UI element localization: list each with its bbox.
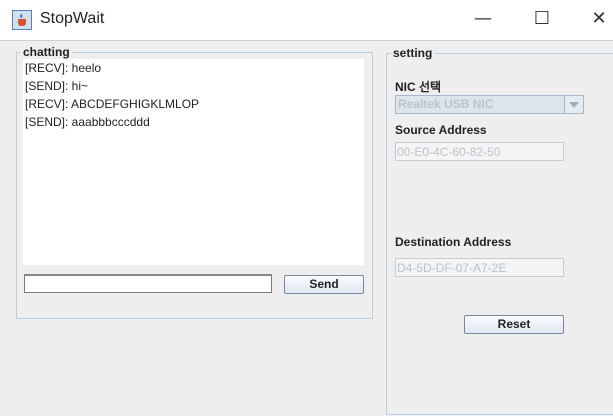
- chat-message: [RECV]: ABCDEFGHIGKLMLOP: [25, 97, 200, 111]
- close-button[interactable]: ✕: [582, 4, 613, 34]
- chat-message: [RECV]: heelo: [25, 61, 102, 75]
- chat-message: [SEND]: hi~: [25, 79, 89, 93]
- title-bar: StopWait — ☐ ✕: [0, 0, 613, 41]
- destination-address-label: Destination Address: [395, 235, 512, 249]
- minimize-button[interactable]: —: [466, 4, 500, 34]
- chat-message: [SEND]: aaabbbcccddd: [25, 115, 150, 129]
- maximize-button[interactable]: ☐: [525, 4, 559, 34]
- java-cup-icon: [12, 10, 32, 30]
- source-address-label: Source Address: [395, 123, 487, 137]
- setting-legend: setting: [391, 46, 435, 60]
- reset-button[interactable]: Reset: [464, 315, 564, 334]
- source-address-field[interactable]: 00-E0-4C-60-82-50: [395, 142, 564, 161]
- setting-panel: setting NIC 선택 Realtek USB NIC Source Ad…: [386, 46, 613, 415]
- chatting-legend: chatting: [21, 45, 72, 59]
- nic-label: NIC 선택: [395, 80, 442, 94]
- chatting-panel: chatting [RECV]: heelo [SEND]: hi~ [RECV…: [16, 45, 373, 319]
- nic-selected-value: Realtek USB NIC: [398, 97, 494, 111]
- message-input[interactable]: [24, 274, 272, 293]
- nic-select[interactable]: Realtek USB NIC: [395, 95, 584, 114]
- send-button[interactable]: Send: [284, 275, 364, 294]
- chevron-down-icon[interactable]: [564, 96, 583, 113]
- chat-log[interactable]: [RECV]: heelo [SEND]: hi~ [RECV]: ABCDEF…: [23, 59, 364, 265]
- window-title: StopWait: [40, 10, 105, 27]
- destination-address-field[interactable]: D4-5D-DF-07-A7-2E: [395, 258, 564, 277]
